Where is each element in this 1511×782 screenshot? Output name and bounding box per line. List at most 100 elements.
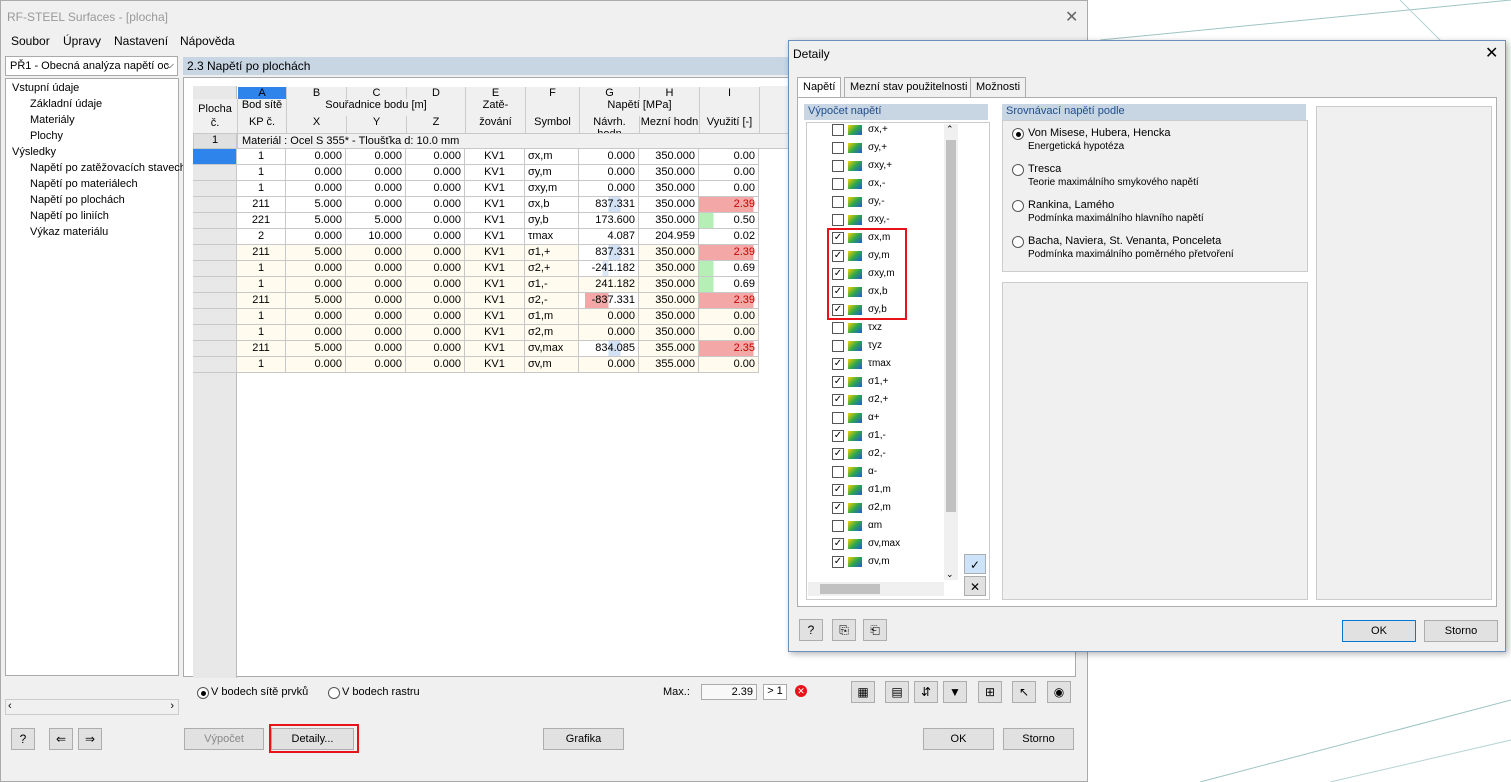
tree-item-vykaz[interactable]: Výkaz materiálu [30, 226, 108, 238]
tree-item-materialy[interactable]: Materiály [30, 114, 75, 126]
col-letter-a[interactable]: A [238, 87, 287, 99]
col-letter-f[interactable]: F [526, 87, 580, 99]
storno-button[interactable]: Storno [1003, 728, 1074, 750]
table-row[interactable]: 211 5.000 0.000 0.000 KV1 σ2,- -837.331 350.000… [193, 293, 789, 309]
tree-item-napeti-plochy[interactable]: Napětí po plochách [30, 194, 125, 206]
radio-grid[interactable] [328, 687, 340, 699]
tree-item-plochy[interactable]: Plochy [30, 130, 63, 142]
stress-list-hscroll[interactable] [808, 582, 944, 596]
stress-checkbox[interactable]: ✓ [832, 556, 844, 568]
help-icon[interactable]: ? [799, 619, 823, 641]
table-row[interactable]: 1 0.000 0.000 0.000 KV1 σxy,m 0.000 350.000 0.00 [193, 181, 789, 197]
table-row[interactable]: 2 0.000 10.000 0.000 KV1 τmax 4.087 204.959 0.02 [193, 229, 789, 245]
row-header-cell[interactable] [193, 213, 237, 229]
stress-checkbox[interactable]: ✓ [832, 394, 844, 406]
next-icon[interactable]: ⇒ [78, 728, 102, 750]
stress-checkbox[interactable] [832, 322, 844, 334]
table-row[interactable]: 1 0.000 0.000 0.000 KV1 σx,m 0.000 350.000 0.00 [193, 149, 789, 165]
method-radio[interactable] [1012, 164, 1024, 176]
stress-checkbox[interactable]: ✓ [832, 358, 844, 370]
tab-moznosti[interactable]: Možnosti [970, 77, 1027, 97]
table-row[interactable]: 1 0.000 0.000 0.000 KV1 σv,m 0.000 355.000 0.00 [193, 357, 789, 373]
stress-checkbox[interactable] [832, 124, 844, 136]
method-radio[interactable] [1012, 236, 1024, 248]
menu-soubor[interactable]: Soubor [11, 34, 50, 48]
stress-checkbox[interactable] [832, 196, 844, 208]
stress-checkbox[interactable] [832, 214, 844, 226]
table-row[interactable]: 211 5.000 0.000 0.000 KV1 σv,max 834.085 355.00… [193, 341, 789, 357]
stress-checkbox[interactable] [832, 142, 844, 154]
close-icon[interactable]: ✕ [1485, 43, 1498, 63]
select-all-icon[interactable]: ✓ [964, 554, 986, 574]
col-letter-h[interactable]: H [640, 87, 700, 99]
load-icon[interactable]: ⎘ [832, 619, 856, 641]
row-header-cell[interactable] [193, 261, 237, 277]
tree-item-vysledky[interactable]: Výsledky [12, 146, 56, 158]
row-header-cell[interactable] [193, 165, 237, 181]
stress-checkbox[interactable]: ✓ [832, 484, 844, 496]
tree-item-napeti-linie[interactable]: Napětí po liniích [30, 210, 109, 222]
table-row[interactable]: 1 0.000 0.000 0.000 KV1 σ2,m 0.000 350.000 0.00 [193, 325, 789, 341]
table-row[interactable]: 1 0.000 0.000 0.000 KV1 σ1,- 241.182 350.000 0.6… [193, 277, 789, 293]
pointer-icon[interactable]: ↖ [1012, 681, 1036, 703]
row-header-cell[interactable] [193, 149, 237, 165]
stress-checkbox[interactable]: ✓ [832, 376, 844, 388]
menu-napoveda[interactable]: Nápověda [180, 34, 235, 48]
close-icon[interactable]: ✕ [1065, 7, 1078, 27]
col-letter-b[interactable]: B [287, 87, 347, 99]
table-row[interactable]: 211 5.000 0.000 0.000 KV1 σ1,+ 837.331 350.000 2… [193, 245, 789, 261]
save-icon[interactable]: ⎗ [863, 619, 887, 641]
tree-scrollbar[interactable]: ‹ › [5, 699, 179, 715]
stress-checkbox[interactable] [832, 520, 844, 532]
row-header-cell[interactable] [193, 229, 237, 245]
stress-checkbox[interactable] [832, 160, 844, 172]
method-radio[interactable] [1012, 200, 1024, 212]
row-header-cell[interactable] [193, 357, 237, 373]
stress-checkbox[interactable]: ✓ [832, 502, 844, 514]
filter-icon[interactable]: ▼ [943, 681, 967, 703]
vypocet-button[interactable]: Výpočet [184, 728, 264, 750]
row-header-cell[interactable] [193, 341, 237, 357]
tab-mezni-stav[interactable]: Mezní stav použitelnosti [844, 77, 974, 97]
ok-button[interactable]: OK [1342, 620, 1416, 642]
help-icon[interactable]: ? [11, 728, 35, 750]
export-excel-icon[interactable]: ⊞ [978, 681, 1002, 703]
table-row[interactable]: 211 5.000 0.000 0.000 KV1 σx,b 837.331 350.000 2… [193, 197, 789, 213]
tree-item-napeti-zs[interactable]: Napětí po zatěžovacích stavech [30, 162, 186, 174]
deselect-all-icon[interactable]: ✕ [964, 576, 986, 596]
col-letter-i[interactable]: I [700, 87, 760, 99]
row-header-cell[interactable] [193, 325, 237, 341]
table-row[interactable]: 1 0.000 0.000 0.000 KV1 σ1,m 0.000 350.000 0.00 [193, 309, 789, 325]
tree-item-vstupni[interactable]: Vstupní údaje [12, 82, 79, 94]
row-header-cell[interactable] [193, 309, 237, 325]
row-header-cell[interactable] [193, 197, 237, 213]
col-letter-g[interactable]: G [580, 87, 640, 99]
ok-button[interactable]: OK [923, 728, 994, 750]
sort-icon[interactable]: ⇵ [914, 681, 938, 703]
stress-checkbox[interactable] [832, 466, 844, 478]
row-header-cell[interactable] [193, 277, 237, 293]
table-row[interactable]: 221 5.000 5.000 0.000 KV1 σy,b 173.600 350.000 0… [193, 213, 789, 229]
stress-checkbox[interactable] [832, 178, 844, 190]
col-letter-d[interactable]: D [407, 87, 466, 99]
stress-checkbox[interactable] [832, 340, 844, 352]
row-header-cell[interactable] [193, 293, 237, 309]
row-header-cell[interactable] [193, 245, 237, 261]
prev-icon[interactable]: ⇐ [49, 728, 73, 750]
stress-checkbox[interactable]: ✓ [832, 538, 844, 550]
col-letter-e[interactable]: E [466, 87, 526, 99]
bars-icon[interactable]: ▤ [885, 681, 909, 703]
table-row[interactable]: 1 0.000 0.000 0.000 KV1 σ2,+ -241.182 350.000 0.… [193, 261, 789, 277]
col-letter-c[interactable]: C [347, 87, 407, 99]
table-filter-icon[interactable]: ▦ [851, 681, 875, 703]
stress-checkbox[interactable]: ✓ [832, 448, 844, 460]
row-header-cell[interactable] [193, 181, 237, 197]
method-radio[interactable] [1012, 128, 1024, 140]
stress-checkbox[interactable] [832, 412, 844, 424]
storno-button[interactable]: Storno [1424, 620, 1498, 642]
grafika-button[interactable]: Grafika [543, 728, 624, 750]
load-case-select[interactable]: PŘ1 - Obecná analýza napětí oc ⌵ [5, 56, 178, 76]
table-row[interactable]: 1 0.000 0.000 0.000 KV1 σy,m 0.000 350.000 0.00 [193, 165, 789, 181]
tab-napeti[interactable]: Napětí [797, 77, 842, 98]
stress-checkbox[interactable]: ✓ [832, 430, 844, 442]
